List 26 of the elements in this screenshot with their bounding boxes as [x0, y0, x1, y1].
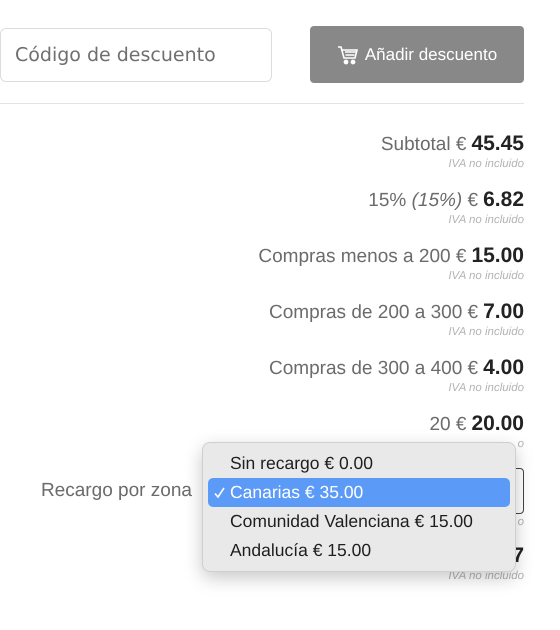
total-label: Compras de 200 a 300 €	[268, 302, 478, 324]
amount: 4.00	[483, 356, 524, 380]
tax-note: IVA no incluido	[448, 157, 524, 172]
total-label: Compras de 300 a 400 €	[268, 358, 478, 380]
tax-note: IVA no incluido	[448, 325, 524, 340]
tax-note: IVA no incluido	[448, 381, 524, 396]
amount: 20.00	[471, 412, 524, 436]
amount: 7.00	[483, 300, 524, 324]
dropdown-option[interactable]: Comunidad Valenciana € 15.00	[208, 507, 510, 536]
amount: 6.82	[483, 188, 524, 212]
amount: 45.45	[471, 132, 524, 156]
total-label: 20 €	[429, 414, 466, 436]
tax-note: o	[518, 437, 524, 452]
discount-code-field[interactable]: Código de descuento	[0, 28, 272, 82]
surcharge-label: Recargo por zona	[40, 480, 192, 502]
total-label: Subtotal €	[380, 134, 466, 156]
dropdown-option[interactable]: Sin recargo € 0.00	[208, 449, 510, 478]
tax-note: IVA no incluido	[448, 269, 524, 284]
amount: 15.00	[471, 244, 524, 268]
cart-icon	[336, 44, 359, 64]
tax-note: o	[518, 515, 524, 530]
total-label: Compras menos a 200 €	[258, 246, 466, 268]
add-discount-button[interactable]: Añadir descuento	[310, 26, 524, 83]
dropdown-option[interactable]: Andalucía € 15.00	[208, 536, 510, 565]
total-label: 15% (15%) €	[368, 190, 478, 212]
tax-note: IVA no incluido	[448, 213, 524, 228]
